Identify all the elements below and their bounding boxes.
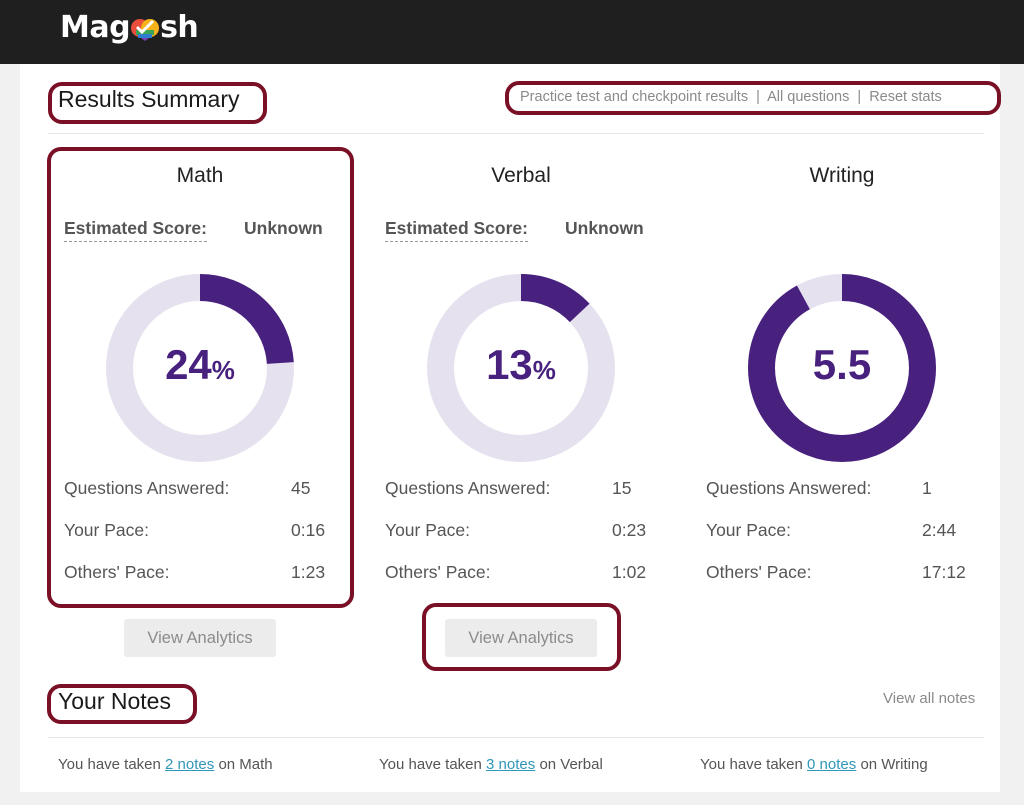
math-your-pace-value: 0:16 [291,520,326,540]
math-questions-answered-value: 45 [291,478,311,498]
link-separator: | [857,89,862,105]
math-title: Math [176,164,224,187]
verbal-notes-line: You have taken 3 notes on Verbal [379,756,603,773]
notes-prefix: You have taken [700,756,803,773]
verbal-notes-link[interactable]: 3 notes [486,756,535,773]
writing-notes-link[interactable]: 0 notes [807,756,856,773]
verbal-percent-unit: % [532,355,556,385]
reset-stats-link[interactable]: Reset stats [869,89,942,105]
writing-your-pace-value: 2:44 [922,520,957,540]
math-view-analytics-button[interactable]: View Analytics [124,619,276,657]
verbal-your-pace-label: Your Pace: [385,520,470,540]
math-estimated-value: Unknown [244,218,323,238]
magoosh-logo[interactable]: Mag sh [60,10,199,45]
verbal-percent-value: 13 [486,341,533,388]
heart-logo-icon [131,18,160,41]
math-percent-value: 24 [165,341,212,388]
verbal-percent: 13% [426,341,616,389]
math-percent-unit: % [211,355,235,385]
writing-title: Writing [809,164,875,187]
writing-questions-answered-label: Questions Answered: [706,478,872,498]
math-notes-link[interactable]: 2 notes [165,756,214,773]
top-links: Practice test and checkpoint results | A… [520,89,942,105]
math-others-pace-label: Others' Pace: [64,562,170,582]
notes-suffix: on Math [218,756,273,773]
practice-test-link[interactable]: Practice test and checkpoint results [520,89,748,105]
view-all-notes-link[interactable]: View all notes [883,690,975,707]
writing-questions-answered-value: 1 [922,478,932,498]
notes-prefix: You have taken [58,756,161,773]
top-bar: Mag sh [0,0,1024,64]
your-notes-title: Your Notes [58,688,171,714]
verbal-title: Verbal [491,164,551,187]
writing-notes-line: You have taken 0 notes on Writing [700,756,928,773]
logo-text-right: sh [160,10,199,45]
notes-suffix: on Writing [860,756,928,773]
header-divider [48,133,984,134]
notes-suffix: on Verbal [539,756,603,773]
verbal-questions-answered-label: Questions Answered: [385,478,551,498]
results-summary-title: Results Summary [58,86,240,112]
all-questions-link[interactable]: All questions [767,89,849,105]
math-others-pace-value: 1:23 [291,562,326,582]
writing-your-pace-label: Your Pace: [706,520,791,540]
verbal-others-pace-label: Others' Pace: [385,562,491,582]
notes-divider [48,737,984,738]
math-your-pace-label: Your Pace: [64,520,149,540]
verbal-estimated-value: Unknown [565,218,644,238]
link-separator: | [756,89,760,105]
verbal-others-pace-value: 1:02 [612,562,647,582]
math-notes-line: You have taken 2 notes on Math [58,756,273,773]
math-questions-answered-label: Questions Answered: [64,478,230,498]
notes-prefix: You have taken [379,756,482,773]
verbal-questions-answered-value: 15 [612,478,632,498]
verbal-estimated-label[interactable]: Estimated Score: [385,218,528,242]
writing-others-pace-label: Others' Pace: [706,562,812,582]
writing-others-pace-value: 17:12 [922,562,966,582]
math-percent: 24% [105,341,295,389]
logo-text-left: Mag [60,10,131,45]
writing-score: 5.5 [812,341,872,388]
math-estimated-label[interactable]: Estimated Score: [64,218,207,242]
verbal-view-analytics-button[interactable]: View Analytics [445,619,597,657]
verbal-your-pace-value: 0:23 [612,520,647,540]
